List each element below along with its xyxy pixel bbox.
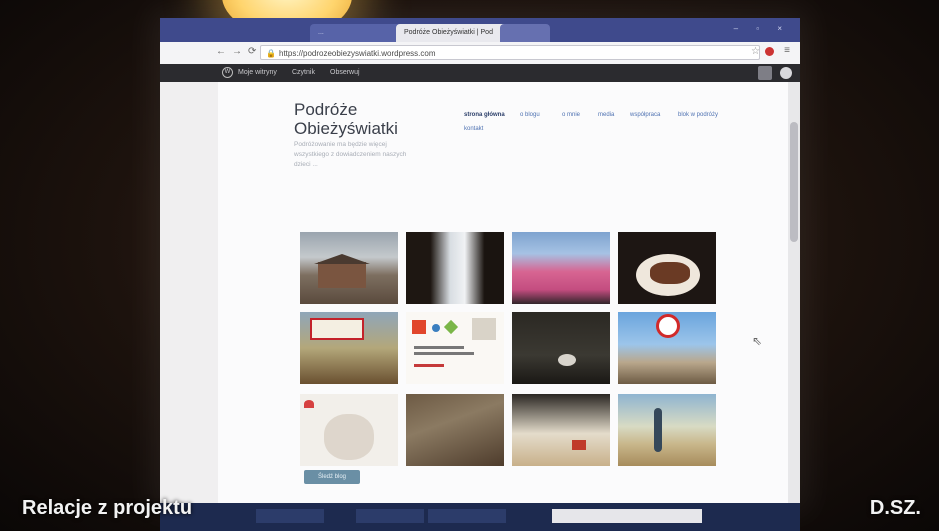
house-shape — [318, 262, 366, 288]
wordpress-icon[interactable]: W — [222, 67, 233, 78]
photo-house[interactable] — [300, 232, 398, 304]
new-tab-button[interactable] — [500, 24, 550, 42]
avatar[interactable] — [780, 67, 792, 79]
url-text: https://podrozeobiezyswiatki.wordpress.c… — [279, 49, 436, 58]
window-controls[interactable]: – ▫ × — [734, 24, 790, 33]
menu-item-about-blog[interactable]: o blogu — [520, 112, 540, 118]
text-line — [414, 352, 474, 355]
mouse-cursor-icon: ⇖ — [752, 334, 763, 348]
text-line — [414, 346, 464, 349]
menu-item-cooperation[interactable]: współpraca — [630, 112, 660, 118]
red-object — [572, 440, 586, 450]
star-icon[interactable]: ☆ — [751, 46, 760, 57]
menu-item-travel[interactable]: blok w podróży — [678, 112, 718, 118]
url-input[interactable]: 🔒 https://podrozeobiezyswiatki.wordpress… — [260, 45, 760, 60]
animal-shape — [558, 354, 576, 366]
text-line — [414, 364, 444, 367]
photo-speed-sign[interactable] — [618, 312, 716, 384]
wp-item-reader[interactable]: Czytnik — [292, 64, 315, 82]
caption-left: Relacje z projektu — [22, 497, 193, 519]
photo-blog-award[interactable] — [406, 312, 504, 384]
photo-surfboard[interactable] — [618, 394, 716, 466]
write-icon[interactable] — [758, 66, 772, 80]
award-dot-icon — [432, 324, 440, 332]
extension-icon[interactable] — [765, 47, 774, 56]
address-bar: ←→⟳⌂ 🔒 https://podrozeobiezyswiatki.word… — [160, 42, 800, 65]
menu-item-media[interactable]: media — [598, 112, 614, 118]
photo-bloglovin[interactable] — [300, 394, 398, 466]
browser-tab-active[interactable]: Podróże Obieżyświatki | Pod × — [396, 24, 512, 42]
taskbar-item[interactable] — [428, 509, 506, 523]
browser-tab-bar: ... × Podróże Obieżyświatki | Pod × – ▫ … — [160, 18, 800, 42]
photo-animal[interactable] — [512, 312, 610, 384]
taskbar-item[interactable] — [356, 509, 424, 523]
menu-item-contact[interactable]: kontakt — [464, 126, 483, 132]
photo-checkerboard[interactable] — [512, 394, 610, 466]
caption-right: D.SZ. — [869, 497, 921, 519]
award-logo-icon — [412, 320, 426, 334]
scrollbar-thumb[interactable] — [790, 122, 798, 242]
projected-screen: ... × Podróże Obieżyświatki | Pod × – ▫ … — [160, 18, 800, 503]
taskbar-item[interactable] — [256, 509, 324, 523]
photo-table[interactable] — [406, 394, 504, 466]
wordpress-toolbar: W Moje witryny Czytnik Obserwuj — [160, 64, 800, 82]
menu-item-about-me[interactable]: o mnie — [562, 112, 580, 118]
browser-tab[interactable]: ... × — [310, 24, 408, 42]
wp-item-my-sites[interactable]: Moje witryny — [238, 64, 277, 82]
photo-pink-lake[interactable] — [512, 232, 610, 304]
taskbar-search[interactable] — [552, 509, 702, 523]
photo-sign[interactable] — [300, 312, 398, 384]
cake-shape — [650, 262, 690, 284]
award-x-icon — [443, 319, 459, 335]
roof-shape — [314, 254, 370, 264]
photo-window[interactable] — [406, 232, 504, 304]
speed-sign-icon — [656, 314, 680, 338]
heart-icon — [304, 400, 314, 408]
menu-icon[interactable]: ≡ — [784, 45, 790, 56]
taskbar — [160, 503, 800, 531]
surfboard-shape — [654, 408, 662, 452]
town-sign-shape — [310, 318, 364, 340]
award-badge — [472, 318, 496, 340]
site-description: Podróżowanie ma będzie więcej wszystkieg… — [294, 141, 407, 168]
tab-label: Podróże Obieżyświatki | Pod — [404, 29, 493, 36]
menu-item-home[interactable]: strona główna — [464, 112, 505, 118]
wp-item-follow[interactable]: Obserwuj — [330, 64, 360, 82]
follow-button[interactable]: Śledź blog — [304, 470, 360, 484]
lock-icon: 🔒 — [266, 49, 276, 58]
photo-grid — [300, 232, 720, 472]
tab-label: ... — [318, 29, 324, 36]
scrollbar[interactable] — [788, 82, 800, 503]
photo-food[interactable] — [618, 232, 716, 304]
blog-page: Podróże Obieżyświatki Podróżowanie ma bę… — [218, 82, 788, 503]
site-title[interactable]: Podróże Obieżyświatki — [294, 100, 444, 138]
face-drawing — [324, 414, 374, 460]
